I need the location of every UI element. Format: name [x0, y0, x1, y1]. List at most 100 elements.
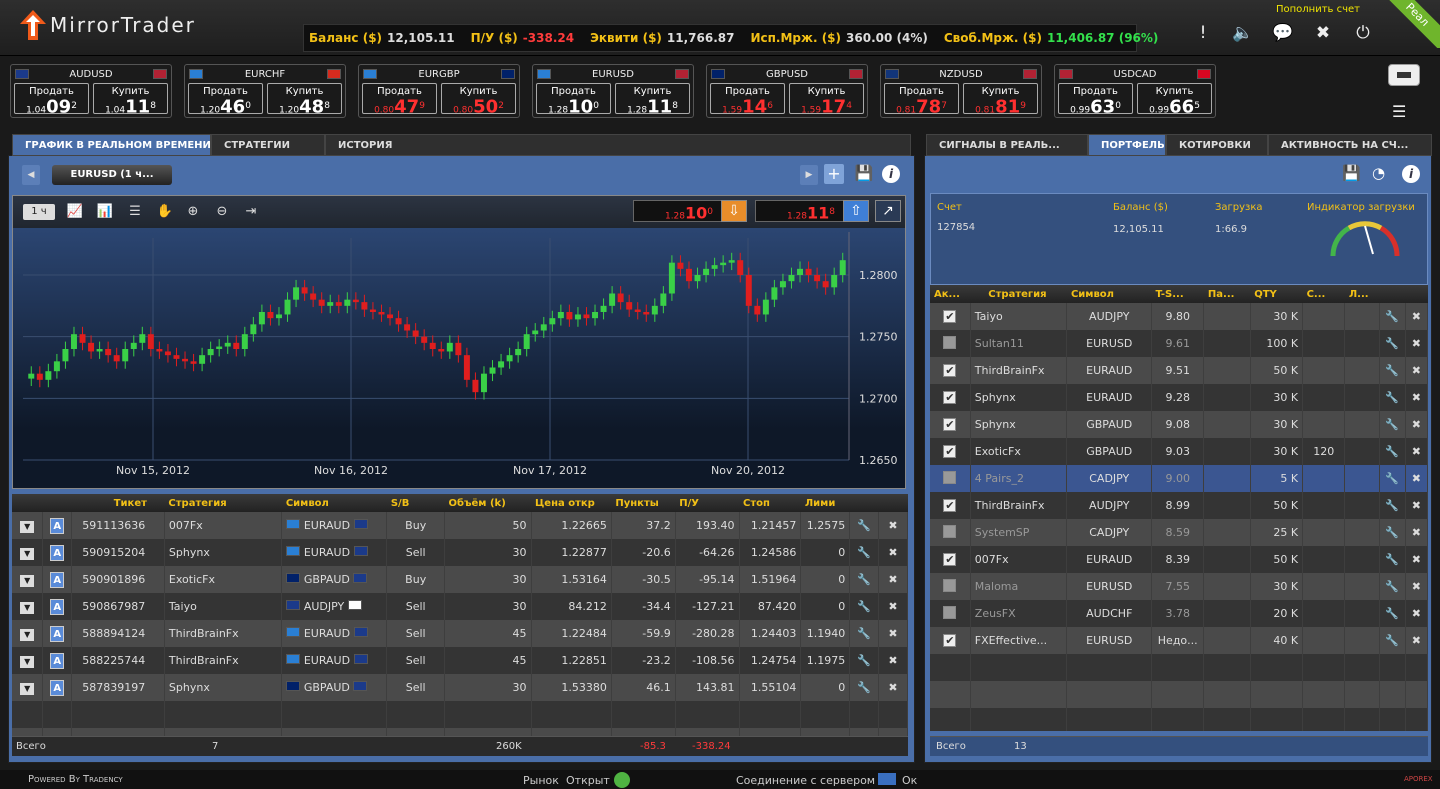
edit-wrench-icon[interactable]: 🔧 — [1379, 411, 1406, 438]
active-checkbox[interactable]: ✔ — [943, 418, 957, 431]
edit-wrench-icon[interactable]: 🔧 — [1379, 357, 1406, 384]
col-c[interactable]: С... — [1302, 285, 1345, 303]
active-checkbox[interactable]: ✔ — [943, 445, 957, 458]
sell-button[interactable]: Продать 0.99630 — [1058, 83, 1133, 116]
edit-wrench-icon[interactable]: 🔧 — [849, 674, 880, 701]
auto-mode-icon[interactable]: A — [50, 625, 65, 642]
tab-portfolio[interactable]: ПОРТФЕЛЬ — [1088, 134, 1166, 156]
portfolio-chart-icon[interactable]: ◔ — [1372, 164, 1392, 184]
sell-button[interactable]: Продать 0.81787 — [884, 83, 959, 116]
alert-icon[interactable]: ! — [1192, 22, 1214, 44]
portfolio-row[interactable]: Sultan11 EURUSD 9.61 100 K 🔧 ✖ — [930, 330, 1428, 357]
col-ticket[interactable]: Тикет — [71, 494, 165, 512]
edit-wrench-icon[interactable]: 🔧 — [1379, 573, 1406, 600]
info-icon[interactable]: i — [882, 165, 900, 183]
edit-wrench-icon[interactable]: 🔧 — [849, 539, 880, 566]
active-checkbox[interactable] — [943, 605, 957, 619]
col-l[interactable]: Л... — [1344, 285, 1380, 303]
buy-arrow-button[interactable]: ⇧ — [843, 200, 869, 222]
edit-wrench-icon[interactable]: 🔧 — [1379, 465, 1406, 492]
tab-history[interactable]: ИСТОРИЯ — [325, 134, 911, 156]
remove-strategy-icon[interactable]: ✖ — [1405, 573, 1428, 600]
col-score[interactable]: T-S... — [1151, 285, 1204, 303]
buy-button[interactable]: Купить 0.99665 — [1137, 83, 1212, 116]
active-checkbox[interactable]: ✔ — [943, 391, 957, 404]
col-side[interactable]: S/B — [386, 494, 445, 512]
edit-wrench-icon[interactable]: 🔧 — [849, 512, 880, 539]
edit-wrench-icon[interactable]: 🔧 — [1379, 600, 1406, 627]
col-psymbol[interactable]: Символ — [1066, 285, 1152, 303]
portfolio-row[interactable]: Maloma EURUSD 7.55 30 K 🔧 ✖ — [930, 573, 1428, 600]
edit-wrench-icon[interactable]: 🔧 — [1379, 384, 1406, 411]
candles-icon[interactable]: 📊 — [95, 204, 115, 222]
col-volume[interactable]: Объём (k) — [444, 494, 532, 512]
col-limit[interactable]: Лими — [800, 494, 850, 512]
add-chart-button[interactable]: + — [824, 164, 844, 184]
expand-row-icon[interactable]: ▼ — [20, 601, 35, 614]
remove-strategy-icon[interactable]: ✖ — [1405, 546, 1428, 573]
power-icon[interactable]: ⏻ — [1352, 22, 1374, 44]
edit-wrench-icon[interactable]: 🔧 — [1379, 303, 1406, 330]
close-position-icon[interactable]: ✖ — [878, 593, 908, 620]
buy-button[interactable]: Купить 1.59174 — [789, 83, 864, 116]
sell-button[interactable]: Продать 1.04092 — [14, 83, 89, 116]
active-checkbox[interactable] — [943, 524, 957, 538]
active-checkbox[interactable]: ✔ — [943, 499, 957, 512]
col-active[interactable]: Ак... — [930, 285, 971, 303]
close-position-icon[interactable]: ✖ — [878, 647, 908, 674]
auto-mode-icon[interactable]: A — [50, 598, 65, 615]
edit-wrench-icon[interactable]: 🔧 — [1379, 519, 1406, 546]
tab-realtime-chart[interactable]: ГРАФИК В РЕАЛЬНОМ ВРЕМЕНИ — [12, 134, 211, 156]
col-pstrategy[interactable]: Стратегия — [970, 285, 1067, 303]
notes-icon[interactable]: ☰ — [1392, 102, 1414, 124]
close-position-icon[interactable]: ✖ — [878, 539, 908, 566]
popout-icon[interactable]: ↗ — [875, 200, 901, 222]
table-row[interactable]: ▼ A 590867987 Taiyo AUDJPY Sell 30 84.212 -34.… — [12, 593, 908, 620]
tab-signals[interactable]: СИГНАЛЫ В РЕАЛЬ... — [926, 134, 1088, 156]
line-chart-icon[interactable]: 📈 — [65, 204, 85, 222]
portfolio-row[interactable]: 4 Pairs_2 CADJPY 9.00 5 K 🔧 ✖ — [930, 465, 1428, 492]
chat-icon[interactable]: 💬 — [1272, 22, 1294, 44]
next-symbol-button[interactable]: ▶ — [800, 165, 818, 185]
remove-strategy-icon[interactable]: ✖ — [1405, 330, 1428, 357]
col-stop[interactable]: Стоп — [739, 494, 801, 512]
edit-wrench-icon[interactable]: 🔧 — [1379, 546, 1406, 573]
active-checkbox[interactable] — [943, 578, 957, 592]
remove-strategy-icon[interactable]: ✖ — [1405, 303, 1428, 330]
expand-row-icon[interactable]: ▼ — [20, 628, 35, 641]
table-row[interactable]: ▼ A 587839197 Sphynx GBPAUD Sell 30 1.53380 46… — [12, 674, 908, 701]
buy-button[interactable]: Купить 1.28118 — [615, 83, 690, 116]
expand-row-icon[interactable]: ▼ — [20, 655, 35, 668]
chart-symbol-select[interactable]: EURUSD (1 ч... — [52, 165, 172, 185]
sell-button[interactable]: Продать 1.28100 — [536, 83, 611, 116]
table-row[interactable]: ▼ A 590901896 ExoticFx GBPAUD Buy 30 1.53164-… — [12, 566, 908, 593]
expand-row-icon[interactable]: ▼ — [20, 520, 35, 533]
portfolio-row[interactable]: ✔ Taiyo AUDJPY 9.80 30 K 🔧 ✖ — [930, 303, 1428, 330]
tools-icon[interactable]: ✖ — [1312, 22, 1334, 44]
portfolio-row[interactable]: ✔ ThirdBrainFx AUDJPY 8.99 50 K 🔧 ✖ — [930, 492, 1428, 519]
sell-button[interactable]: Продать 1.20460 — [188, 83, 263, 116]
portfolio-row[interactable]: ✔ FXEffective... EURUSD Недо... 40 K 🔧 ✖ — [930, 627, 1428, 654]
zoom-out-icon[interactable]: ⊖ — [212, 204, 232, 222]
remove-strategy-icon[interactable]: ✖ — [1405, 384, 1428, 411]
col-pl[interactable]: П/У — [675, 494, 740, 512]
tab-strategies[interactable]: СТРАТЕГИИ — [211, 134, 325, 156]
edit-wrench-icon[interactable]: 🔧 — [849, 620, 880, 647]
zoom-in-icon[interactable]: ⊕ — [183, 204, 203, 222]
col-open-price[interactable]: Цена откр — [531, 494, 612, 512]
table-row[interactable]: ▼ A 588894124 ThirdBrainFx EURAUD Sell 45 1.2… — [12, 620, 908, 647]
remove-strategy-icon[interactable]: ✖ — [1405, 492, 1428, 519]
remove-strategy-icon[interactable]: ✖ — [1405, 519, 1428, 546]
auto-mode-icon[interactable]: A — [50, 517, 65, 534]
col-symbol[interactable]: Символ — [281, 494, 387, 512]
edit-wrench-icon[interactable]: 🔧 — [1379, 627, 1406, 654]
buy-button[interactable]: Купить 1.20488 — [267, 83, 342, 116]
col-qty[interactable]: QTY — [1250, 285, 1303, 303]
portfolio-row[interactable]: ✔ ExoticFx GBPAUD 9.03 30 K 120 🔧 ✖ — [930, 438, 1428, 465]
eject-button[interactable] — [1388, 64, 1420, 86]
close-position-icon[interactable]: ✖ — [878, 566, 908, 593]
active-checkbox[interactable]: ✔ — [943, 634, 957, 647]
save-icon[interactable]: 💾 — [854, 164, 874, 184]
portfolio-row[interactable]: ✔ 007Fx EURAUD 8.39 50 K 🔧 ✖ — [930, 546, 1428, 573]
remove-strategy-icon[interactable]: ✖ — [1405, 438, 1428, 465]
